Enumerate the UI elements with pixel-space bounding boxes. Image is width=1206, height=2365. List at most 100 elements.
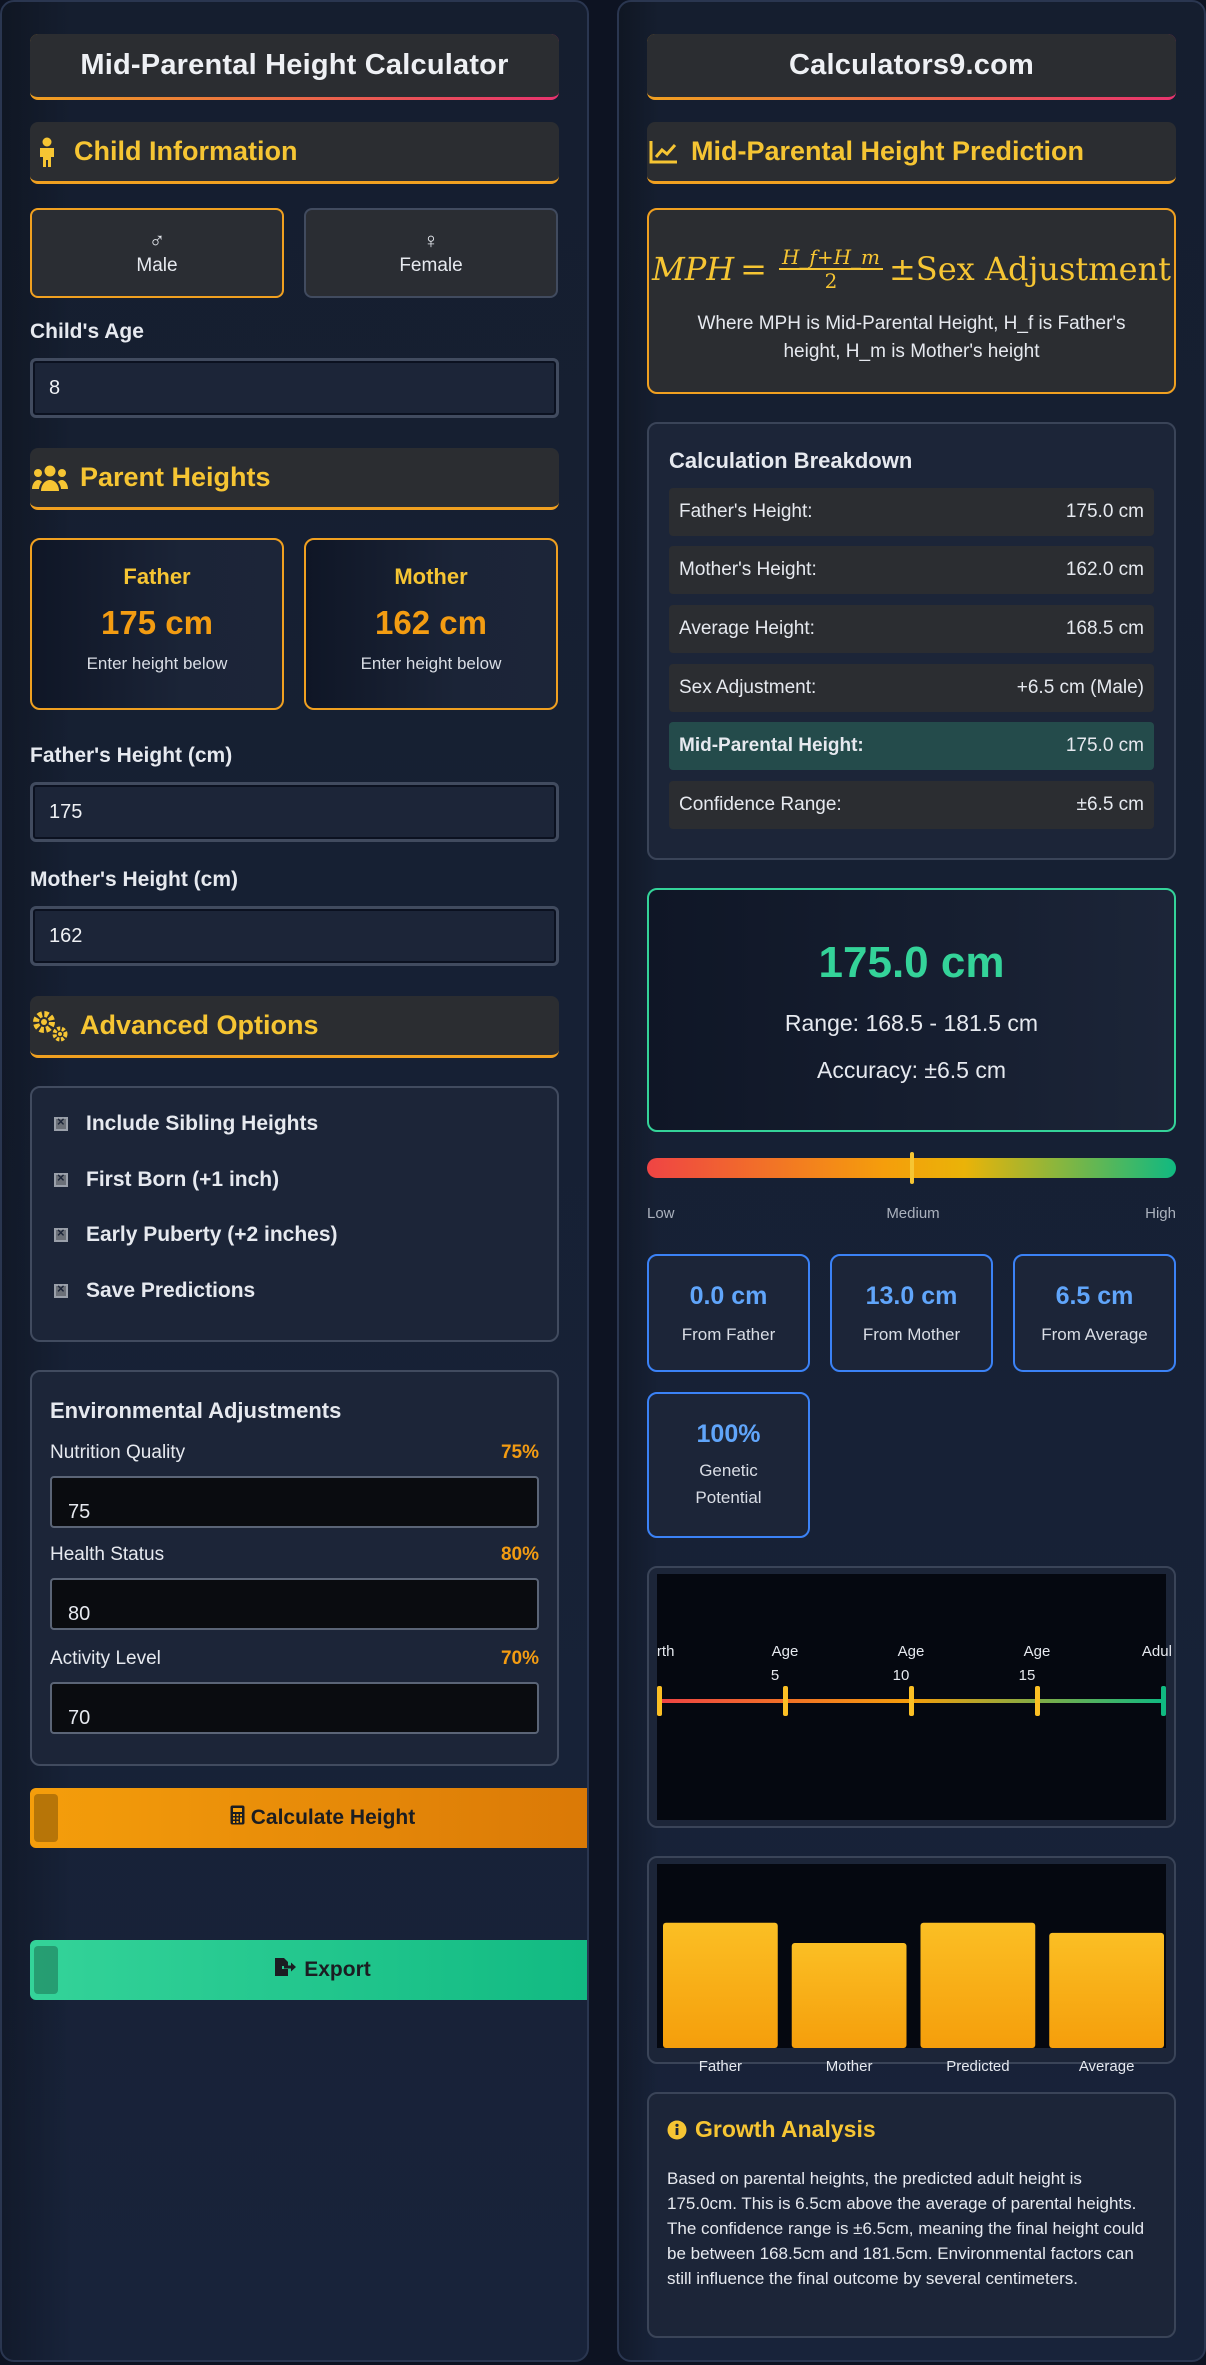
growth-timeline: Birth Age5 Age10 Age15 Adult	[644, 1566, 1177, 1828]
users-icon	[30, 461, 70, 495]
mph-formula: MPH = H_f+H_m 2 ±Sex Adjustment	[651, 245, 1172, 293]
formula-box: MPH = H_f+H_m 2 ±Sex Adjustment Where MP…	[647, 208, 1176, 394]
calculator-icon	[230, 1805, 245, 1831]
child-age-label: Child's Age	[30, 320, 144, 343]
timeline-label: Birth	[657, 1643, 674, 1660]
activity-label: Activity Level	[50, 1648, 161, 1669]
timeline-tick	[1161, 1686, 1166, 1716]
environmental-adjustments: Environmental Adjustments Nutrition Qual…	[30, 1370, 559, 1766]
father-height-label: Father's Height (cm)	[30, 744, 233, 767]
timeline-tick	[657, 1686, 662, 1716]
stat-from-father: 0.0 cm From Father	[647, 1254, 810, 1372]
bar-label: Mother	[825, 2058, 873, 2075]
breakdown-title: Calculation Breakdown	[669, 448, 913, 473]
breakdown-row-sex-adjustment: Sex Adjustment: +6.5 cm (Male)	[669, 664, 1154, 712]
child-icon	[30, 135, 64, 169]
growth-analysis: Growth Analysis Based on parental height…	[647, 2092, 1176, 2338]
mother-height-label: Mother's Height (cm)	[30, 868, 239, 891]
gears-icon	[30, 1009, 70, 1043]
bar-chart	[663, 1922, 1164, 2048]
analysis-text: Based on parental heights, the predicted…	[667, 2169, 1145, 2288]
option-include-sibling-heights[interactable]: Include Sibling Heights	[54, 1112, 318, 1136]
checkbox[interactable]	[54, 1225, 68, 1242]
timeline-label: Age 10	[893, 1643, 925, 1684]
gender-female-button[interactable]: ♀ Female	[304, 208, 558, 298]
file-export-icon	[274, 1957, 297, 1983]
timeline-label: Age 5	[771, 1643, 799, 1684]
nutrition-input[interactable]: 75	[50, 1476, 539, 1528]
timeline-tick	[909, 1686, 914, 1716]
confidence-gauge	[647, 1152, 1176, 1184]
gauge-medium-label: Medium	[886, 1205, 940, 1222]
option-early-puberty[interactable]: Early Puberty (+2 inches)	[54, 1223, 338, 1247]
gauge-high-label: High	[1145, 1205, 1176, 1222]
results-panel: Calculators9.com Mid-Parental Height Pre…	[617, 0, 1206, 2362]
breakdown-row-mid-parental: Mid-Parental Height: 175.0 cm	[669, 722, 1154, 770]
checkbox[interactable]	[54, 1281, 68, 1298]
calculator-title: Mid-Parental Height Calculator	[30, 34, 559, 100]
section-parent-heights: Parent Heights	[30, 448, 559, 510]
stat-from-mother: 13.0 cm From Mother	[830, 1254, 993, 1372]
mother-height-display: 162 cm	[375, 604, 487, 641]
breakdown-row-confidence: Confidence Range: ±6.5 cm	[669, 781, 1154, 829]
bar-average	[1049, 1932, 1164, 2048]
breakdown-row-average: Average Height: 168.5 cm	[669, 605, 1154, 653]
bar-father	[663, 1922, 778, 2048]
info-icon	[667, 2120, 687, 2140]
activity-input[interactable]: 70	[50, 1682, 539, 1734]
predicted-range: Range: 168.5 - 181.5 cm	[784, 1010, 1039, 1036]
bar-label: Father	[698, 2058, 743, 2075]
timeline-label: Adult	[1142, 1643, 1172, 1660]
formula-description: Where MPH is Mid-Parental Height, H_f is…	[697, 313, 1126, 362]
result-box: 175.0 cm Range: 168.5 - 181.5 cm Accurac…	[647, 888, 1176, 1132]
option-first-born[interactable]: First Born (+1 inch)	[54, 1168, 279, 1192]
father-height-input[interactable]: 175	[30, 782, 559, 842]
timeline-tick	[1035, 1686, 1040, 1716]
male-icon: ♂	[148, 228, 166, 253]
export-button[interactable]: Export	[30, 1940, 587, 2000]
predicted-height: 175.0 cm	[818, 938, 1005, 987]
gender-male-button[interactable]: ♂ Male	[30, 208, 284, 298]
health-input[interactable]: 80	[50, 1578, 539, 1630]
environmental-title: Environmental Adjustments	[50, 1398, 342, 1423]
checkbox[interactable]	[54, 1114, 68, 1131]
mother-height-card: Mother 162 cm Enter height below	[304, 538, 558, 710]
timeline-label: Age 15	[1019, 1643, 1051, 1684]
site-title: Calculators9.com	[647, 34, 1176, 100]
breakdown-row-father: Father's Height: 175.0 cm	[669, 488, 1154, 536]
health-percent: 80%	[500, 1544, 539, 1565]
gauge-marker	[909, 1152, 914, 1184]
gauge-low-label: Low	[647, 1205, 675, 1222]
chart-line-icon	[647, 135, 681, 169]
breakdown-row-mother: Mother's Height: 162.0 cm	[669, 546, 1154, 594]
advanced-options-list: Include Sibling Heights First Born (+1 i…	[30, 1086, 559, 1342]
section-advanced-options: Advanced Options	[30, 996, 559, 1058]
section-prediction: Mid-Parental Height Prediction	[647, 122, 1176, 184]
calculation-breakdown: Calculation Breakdown Father's Height: 17…	[647, 422, 1176, 860]
calculator-panel: Mid-Parental Height Calculator Child Inf…	[0, 0, 589, 2362]
height-comparison-chart: Father Mother Predicted Average	[647, 1856, 1176, 2075]
nutrition-percent: 75%	[500, 1442, 539, 1463]
checkbox[interactable]	[54, 1170, 68, 1187]
female-icon: ♀	[422, 228, 440, 253]
prediction-accuracy: Accuracy: ±6.5 cm	[816, 1057, 1006, 1083]
section-child-information: Child Information	[30, 122, 559, 184]
father-height-display: 175 cm	[101, 604, 213, 641]
calculate-height-button[interactable]: Calculate Height	[30, 1788, 587, 1848]
stat-from-average: 6.5 cm From Average	[1013, 1254, 1176, 1372]
mother-height-input[interactable]: 162	[30, 906, 559, 966]
bar-mother	[791, 1943, 907, 2048]
analysis-title: Growth Analysis	[695, 2116, 876, 2142]
timeline-graphic: Birth Age5 Age10 Age15 Adult	[644, 1643, 1177, 1716]
bar-label: Average	[1078, 2058, 1135, 2075]
nutrition-label: Nutrition Quality	[50, 1442, 186, 1463]
activity-percent: 70%	[500, 1648, 539, 1669]
bar-label: Predicted	[946, 2058, 1010, 2075]
health-label: Health Status	[50, 1544, 165, 1565]
bar-predicted	[920, 1922, 1036, 2048]
timeline-tick	[783, 1686, 788, 1716]
option-save-predictions[interactable]: Save Predictions	[54, 1279, 255, 1303]
child-age-input[interactable]: 8	[30, 358, 559, 418]
father-height-card: Father 175 cm Enter height below	[30, 538, 284, 710]
stat-genetic-potential: 100% Genetic Potential	[647, 1392, 810, 1538]
